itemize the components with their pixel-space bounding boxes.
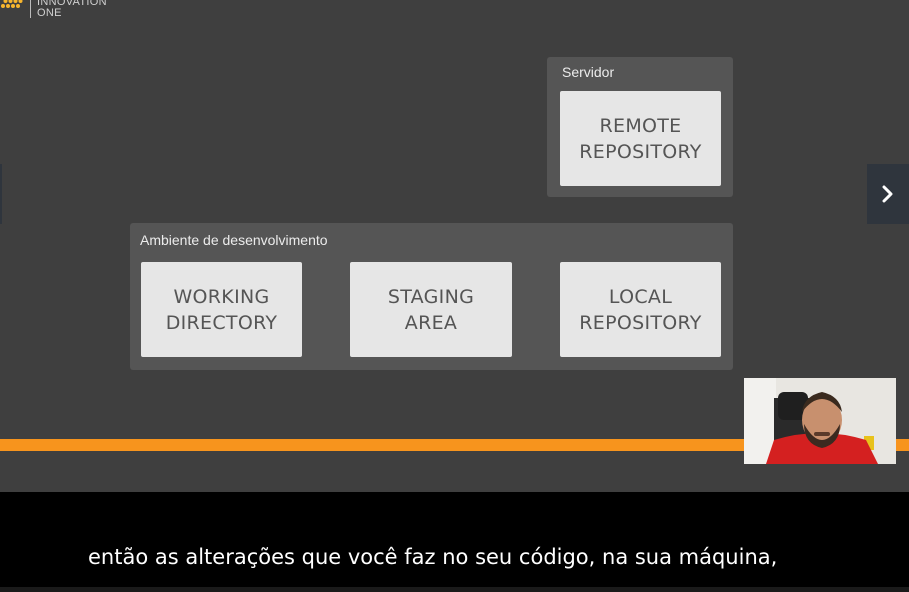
working-directory-box: WORKING DIRECTORY (141, 262, 302, 357)
logo-text: INNOVATION ONE (37, 0, 107, 19)
local-repository-box: LOCAL REPOSITORY (560, 262, 721, 357)
previous-slide-button[interactable] (0, 164, 2, 224)
working-directory-line-1: WORKING (173, 285, 270, 308)
remote-repository-line-2: REPOSITORY (579, 140, 702, 163)
ambiente-panel: Ambiente de desenvolvimento WORKING DIRE… (130, 223, 733, 370)
logo-line-2: ONE (37, 7, 62, 19)
innovation-one-logo: INNOVATION ONE (0, 0, 140, 22)
staging-area-line-1: STAGING (387, 285, 475, 308)
ambiente-title: Ambiente de desenvolvimento (140, 232, 328, 248)
subtitle-caption: então as alterações que você faz no seu … (88, 545, 778, 569)
hexagon-grid-icon (1, 0, 23, 8)
working-directory-line-2: DIRECTORY (165, 311, 278, 334)
taskbar-strip (0, 587, 909, 592)
servidor-title: Servidor (562, 64, 615, 80)
next-slide-button[interactable] (867, 164, 909, 224)
local-repository-line-1: LOCAL (608, 285, 673, 308)
presenter-video (744, 378, 896, 464)
remote-repository-line-1: REMOTE (599, 114, 682, 137)
staging-area-line-2: AREA (404, 311, 458, 334)
presenter-webcam (744, 378, 896, 464)
remote-repository-box: REMOTE REPOSITORY (560, 91, 721, 186)
local-repository-line-2: REPOSITORY (579, 311, 702, 334)
chevron-right-icon (882, 185, 893, 203)
caption-band (0, 492, 909, 592)
servidor-panel: Servidor REMOTE REPOSITORY (547, 57, 733, 197)
staging-area-box: STAGING AREA (350, 262, 512, 357)
logo-divider (30, 0, 31, 18)
